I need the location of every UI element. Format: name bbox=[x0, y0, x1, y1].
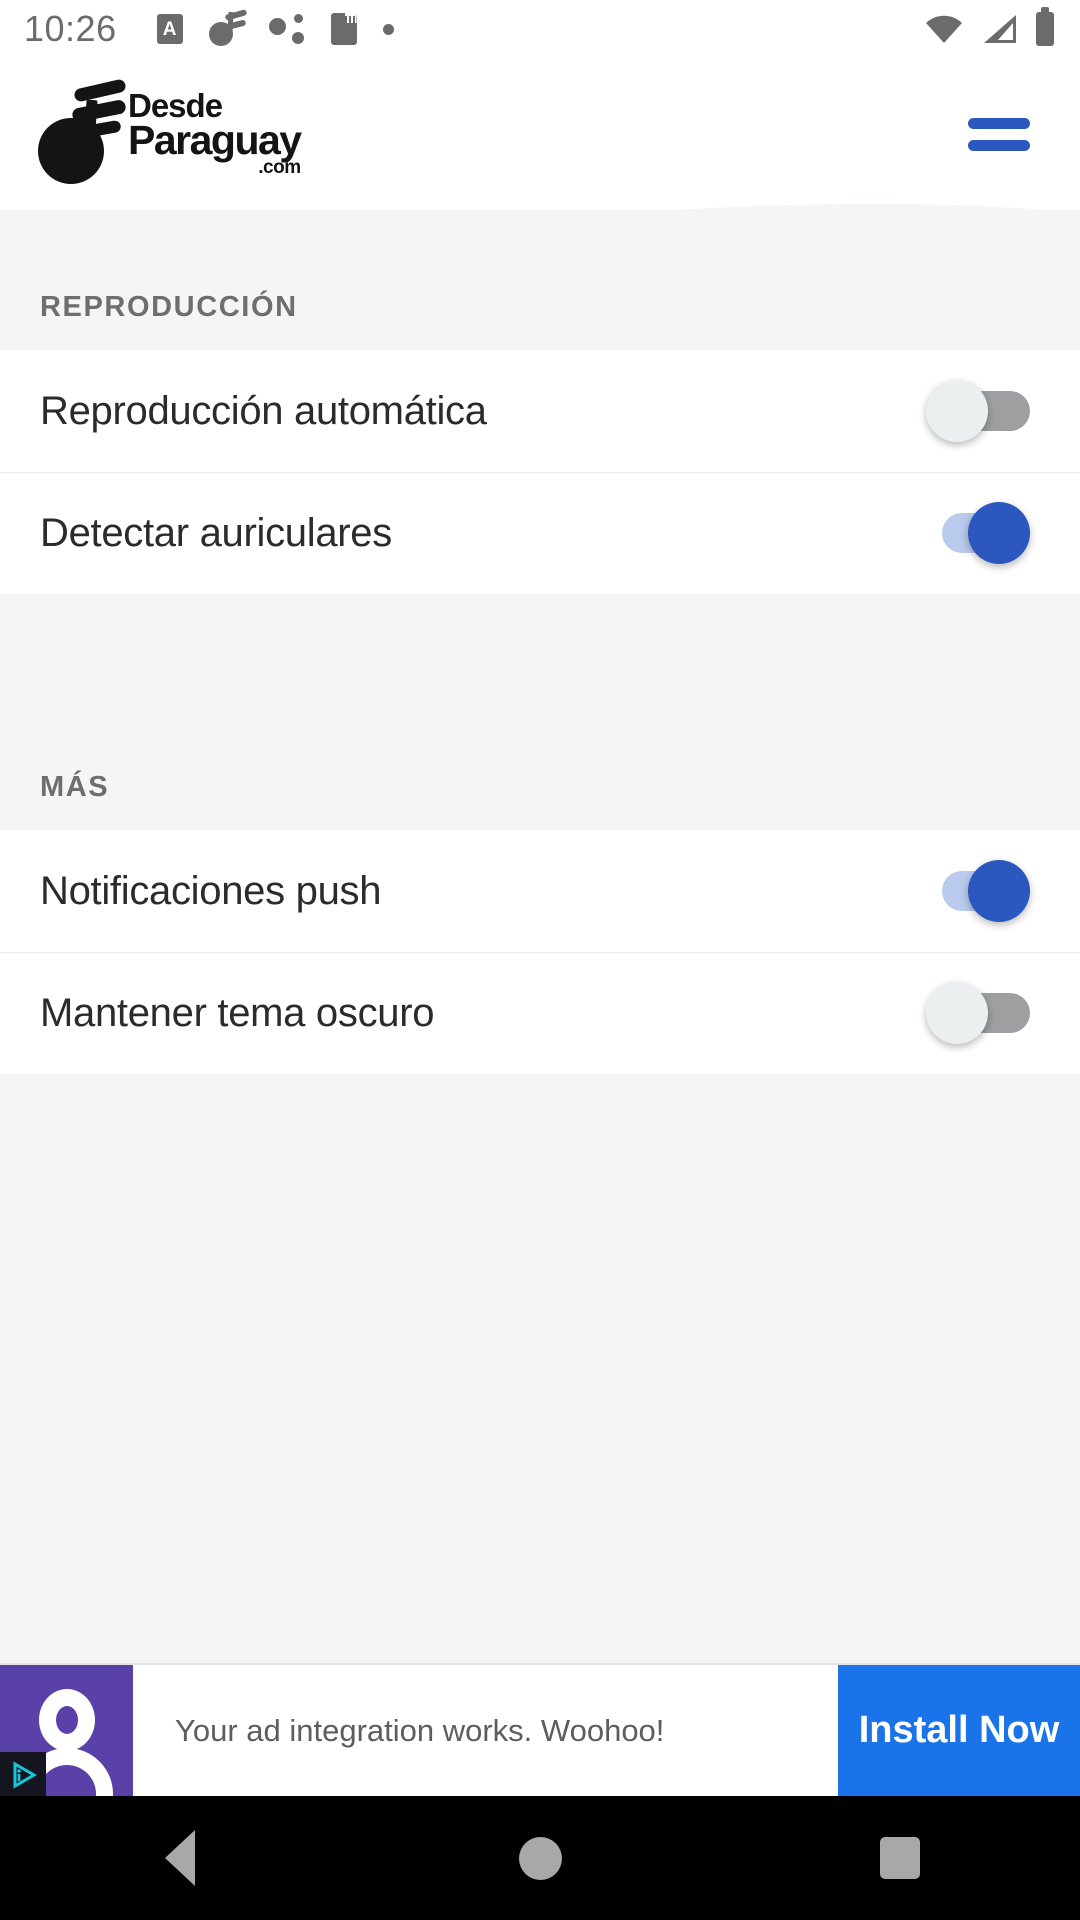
toggle-thumb bbox=[968, 502, 1030, 564]
settings-list: REPRODUCCIÓN Reproducción automática Det… bbox=[0, 205, 1080, 1074]
toggle-push-notifications[interactable] bbox=[926, 860, 1030, 922]
music-note-icon bbox=[208, 9, 247, 46]
settings-group-mas: Notificaciones push Mantener tema oscuro bbox=[0, 830, 1080, 1074]
ad-text: Your ad integration works. Woohoo! bbox=[175, 1712, 665, 1748]
hamburger-menu-icon[interactable] bbox=[968, 114, 1030, 154]
setting-row-push-notifications[interactable]: Notificaciones push bbox=[0, 830, 1080, 952]
home-circle-icon[interactable] bbox=[465, 1796, 615, 1920]
back-triangle-icon[interactable] bbox=[105, 1796, 255, 1920]
app-root: 10:26 A Desde Paraguay .com REPRODUCCIÓN… bbox=[0, 0, 1080, 1920]
sd-card-icon bbox=[330, 13, 357, 45]
setting-row-autoplay[interactable]: Reproducción automática bbox=[0, 350, 1080, 472]
recents-square-icon[interactable] bbox=[825, 1796, 975, 1920]
battery-icon bbox=[1036, 7, 1054, 46]
status-bar-clock: 10:26 bbox=[24, 8, 117, 49]
system-nav-bar bbox=[0, 1796, 1080, 1920]
status-bar-notification-icons: A bbox=[156, 9, 394, 46]
app-badge-icon: A bbox=[156, 14, 183, 44]
cellular-signal-icon bbox=[984, 15, 1016, 43]
toggle-thumb bbox=[968, 860, 1030, 922]
setting-label: Mantener tema oscuro bbox=[40, 990, 435, 1035]
toggle-autoplay[interactable] bbox=[926, 380, 1030, 442]
setting-label: Detectar auriculares bbox=[40, 510, 392, 555]
setting-row-dark-theme[interactable]: Mantener tema oscuro bbox=[0, 952, 1080, 1074]
install-now-button[interactable]: Install Now bbox=[838, 1665, 1080, 1796]
bluetooth-dots-icon bbox=[268, 14, 305, 44]
wifi-icon bbox=[926, 15, 962, 43]
setting-row-detect-headphones[interactable]: Detectar auriculares bbox=[0, 472, 1080, 594]
ad-banner[interactable]: Your ad integration works. Woohoo! Insta… bbox=[0, 1663, 1080, 1804]
group-title-mas: MÁS bbox=[40, 771, 110, 803]
status-bar: 10:26 A bbox=[0, 0, 1080, 58]
status-bar-system-icons bbox=[924, 7, 1054, 46]
logo-line-2: Paraguay bbox=[128, 116, 302, 163]
toggle-dark-theme[interactable] bbox=[926, 982, 1030, 1044]
toggle-thumb bbox=[926, 982, 988, 1044]
adchoices-icon[interactable] bbox=[0, 1752, 46, 1798]
app-logo[interactable]: Desde Paraguay .com bbox=[38, 78, 302, 186]
settings-group-reproduccion: Reproducción automática Detectar auricul… bbox=[0, 350, 1080, 594]
group-spacer bbox=[0, 594, 1080, 712]
toggle-thumb bbox=[926, 380, 988, 442]
setting-label: Reproducción automática bbox=[40, 388, 487, 433]
dot-icon bbox=[382, 23, 394, 35]
avatar-head bbox=[38, 1689, 95, 1751]
logo-wordmark: Desde Paraguay .com bbox=[128, 89, 302, 178]
avatar-person-icon bbox=[0, 1665, 133, 1804]
setting-label: Notificaciones push bbox=[40, 868, 382, 913]
toggle-detect-headphones[interactable] bbox=[926, 502, 1030, 564]
flag-ball-logo-icon bbox=[38, 78, 127, 186]
group-title-reproduccion: REPRODUCCIÓN bbox=[40, 291, 298, 323]
